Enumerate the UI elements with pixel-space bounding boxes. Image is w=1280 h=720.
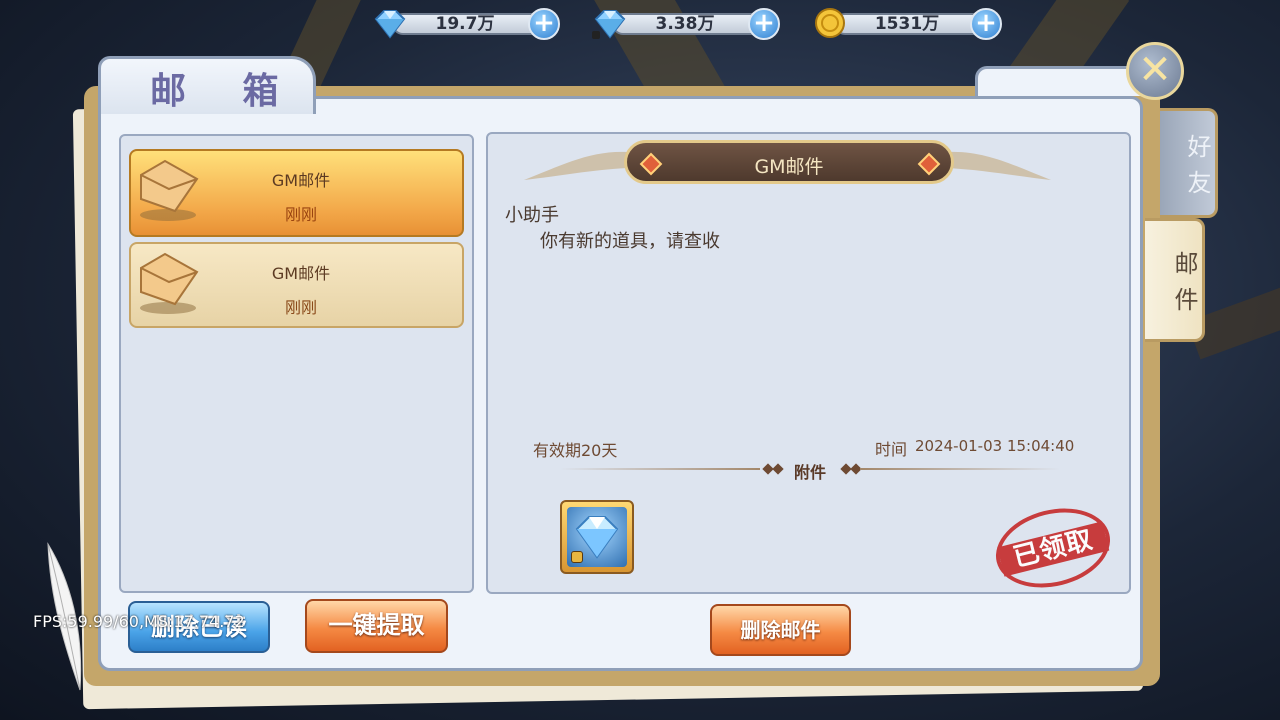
attachment-label: 附件 [794, 463, 827, 482]
add-diamond-button[interactable]: + [528, 8, 560, 40]
time-label: 时间 [875, 440, 908, 459]
validity-text: 有效期20天 [533, 441, 618, 460]
close-button[interactable]: ✕ [1126, 42, 1184, 100]
tab-mail-label: 邮件 [1170, 251, 1198, 323]
diamond-value: 19.7万 [435, 14, 495, 34]
resource-gold: 1531万 + [812, 8, 1002, 40]
divider [860, 468, 1060, 470]
envelope-icon [140, 252, 199, 314]
lock-icon [571, 551, 583, 563]
gold-value: 1531万 [874, 14, 940, 34]
claim-all-button[interactable]: 一键提取 [305, 599, 448, 653]
delete-mail-button[interactable]: 删除邮件 [710, 604, 851, 656]
add-bound-diamond-button[interactable]: + [748, 8, 780, 40]
wing-ornament-right [947, 151, 1051, 180]
detail-header: GM邮件 [624, 140, 954, 184]
fps-overlay: FPS:59.99/60,MS:17.74.72 [33, 612, 245, 631]
close-icon: ✕ [1138, 47, 1172, 93]
attachment-item[interactable] [560, 500, 634, 574]
add-gold-button[interactable]: + [970, 8, 1002, 40]
wing-ornament-left [524, 151, 628, 180]
mail-sender: GM邮件 [271, 264, 331, 283]
lock-icon [592, 31, 600, 39]
tab-friends-label: 好友 [1183, 134, 1211, 206]
envelope-icon [140, 159, 199, 221]
page-title: 邮 箱 [150, 71, 301, 112]
resource-bound-diamond: 3.38万 + [590, 8, 780, 40]
bound-diamond-value: 3.38万 [655, 14, 715, 34]
resource-diamond: 19.7万 + [370, 8, 560, 40]
mail-body: 你有新的道具，请查收 [540, 231, 720, 252]
mail-sender: GM邮件 [271, 171, 331, 190]
mail-from: 小助手 [505, 205, 559, 226]
time-value: 2024-01-03 15:04:40 [915, 437, 1075, 455]
tab-friends[interactable]: 好友 [1160, 108, 1218, 218]
tab-mail[interactable]: 邮件 [1145, 218, 1205, 342]
list-item[interactable]: GM邮件 刚刚 [129, 149, 464, 237]
claimed-stamp-text: 已领取 [997, 521, 1110, 577]
list-item[interactable]: GM邮件 刚刚 [129, 242, 464, 328]
mail-time: 刚刚 [284, 205, 317, 224]
divider [560, 468, 760, 470]
mail-time: 刚刚 [284, 298, 317, 317]
detail-title: GM邮件 [754, 156, 824, 178]
